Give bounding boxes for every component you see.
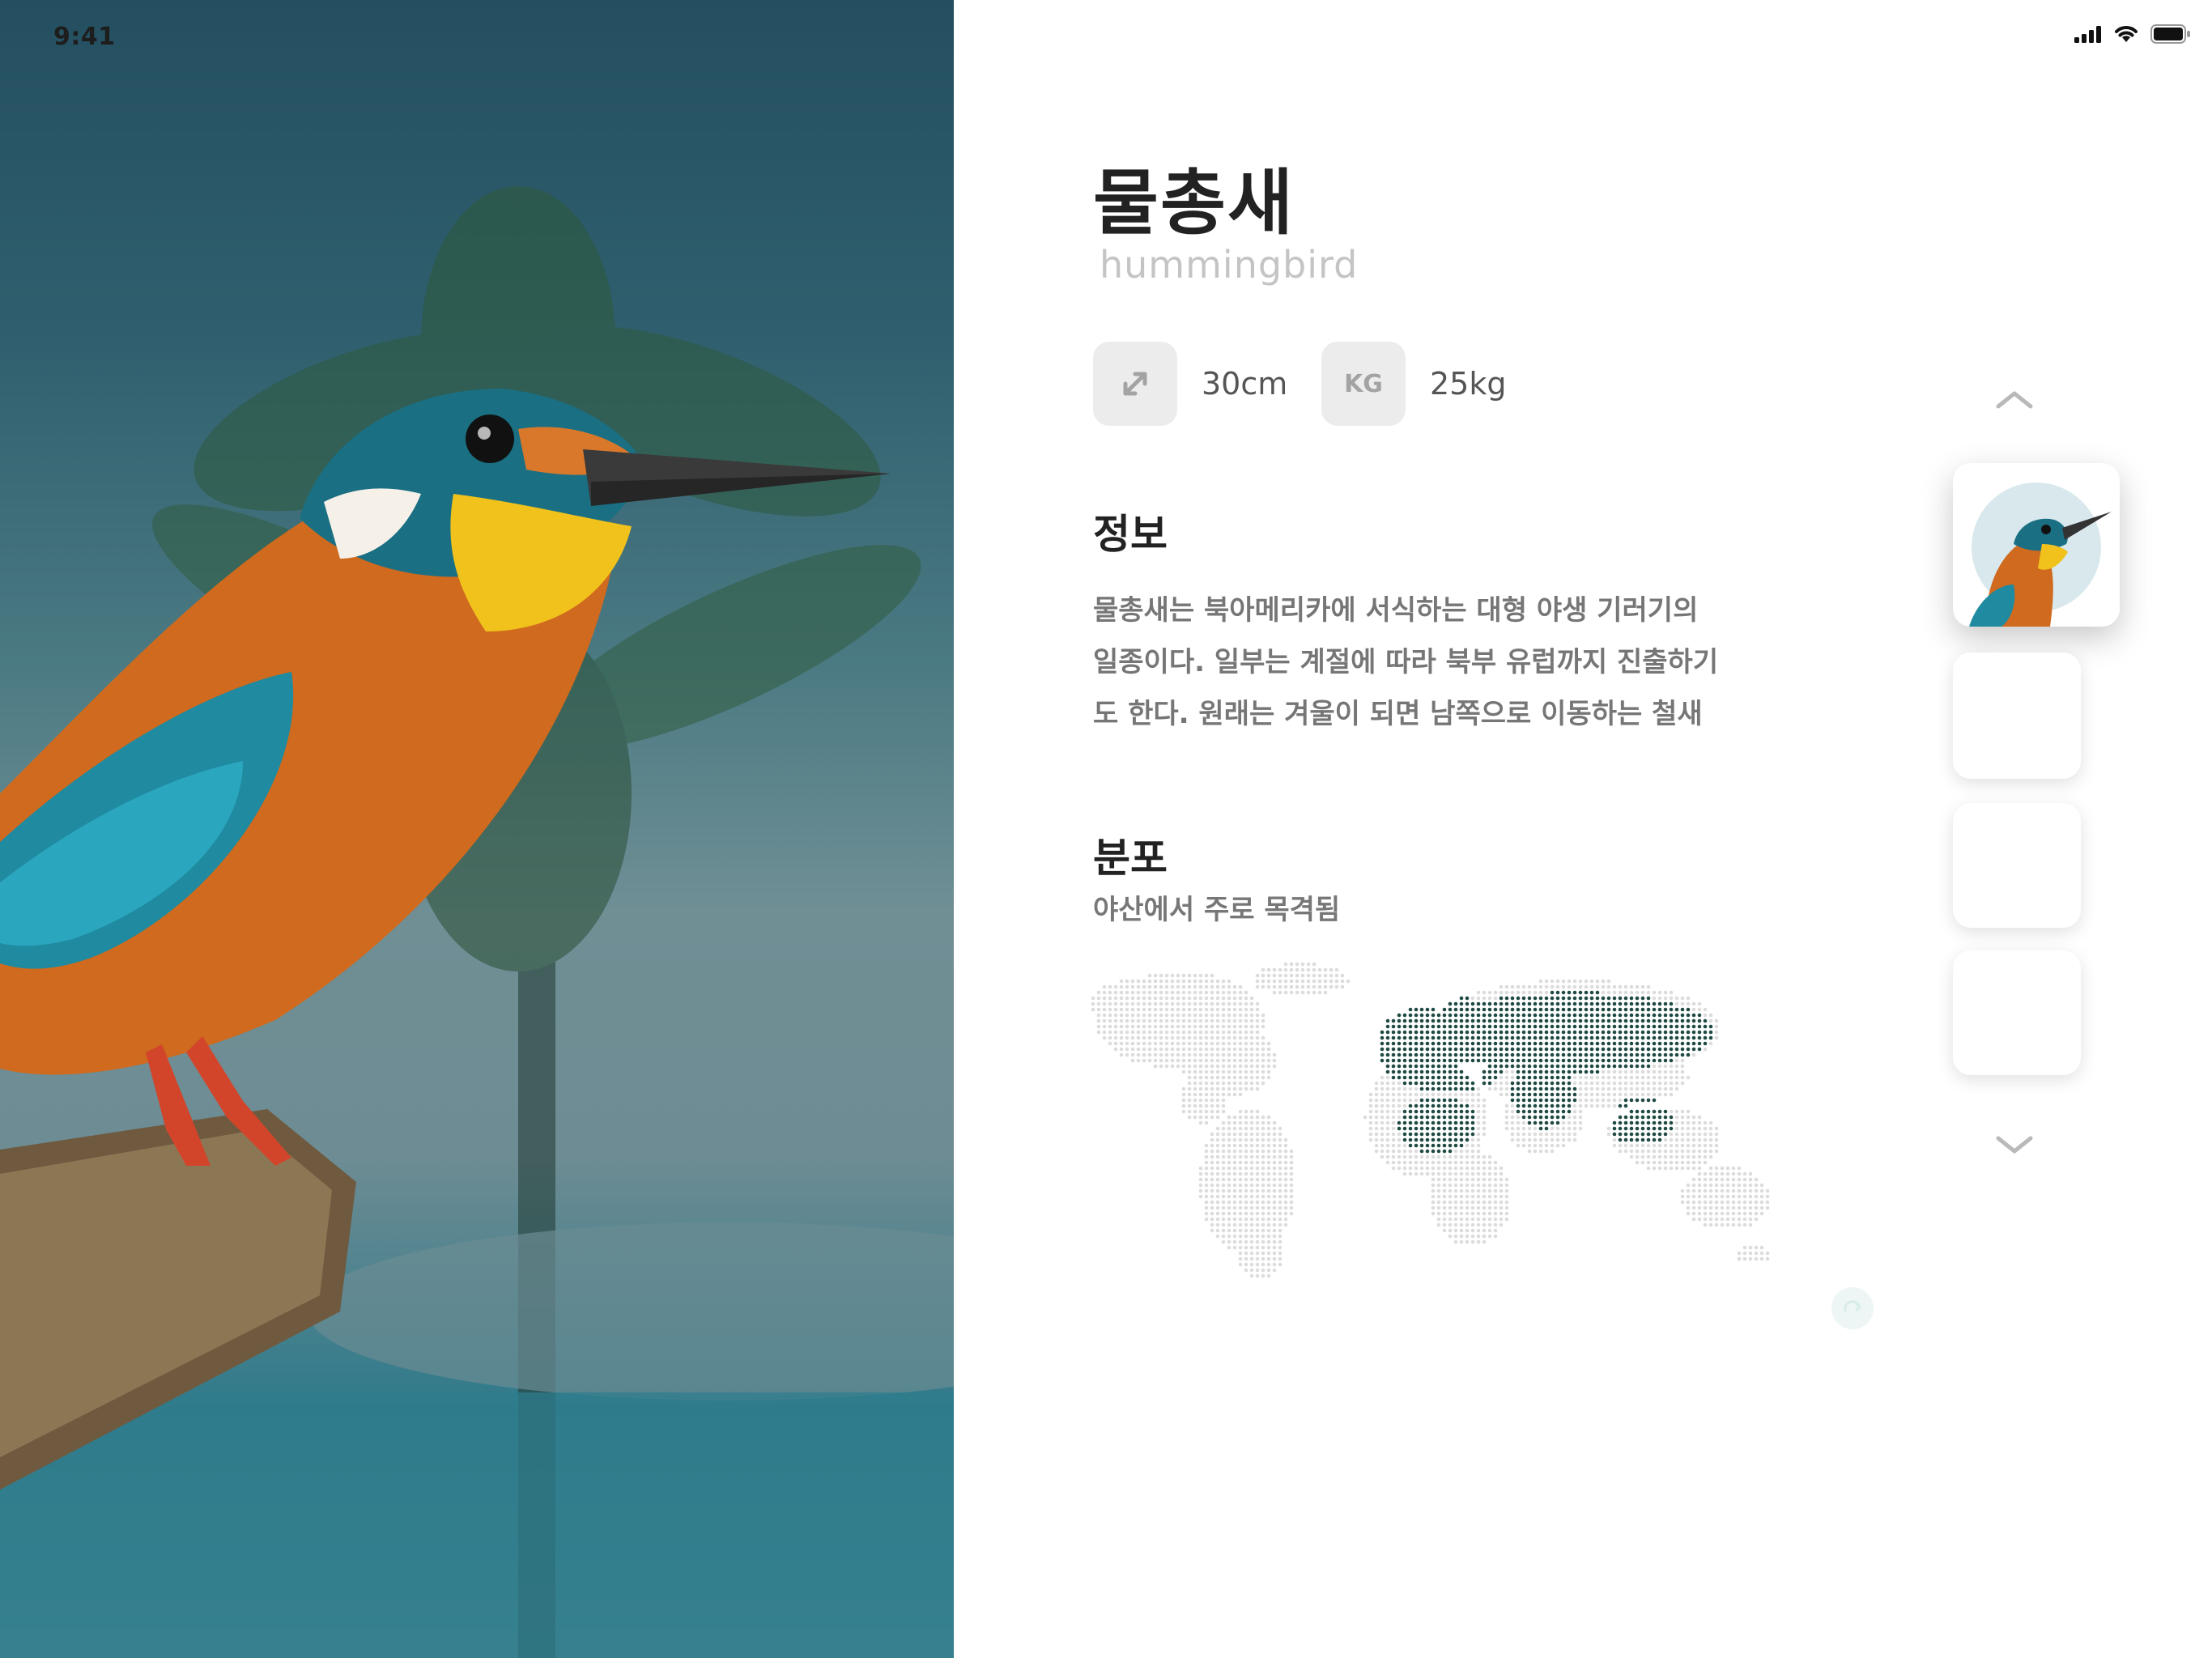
distribution-heading: 분포 xyxy=(1093,835,1168,882)
thumbnail-kingfisher[interactable] xyxy=(1953,463,2120,627)
info-line: 물총새는 북아메리카에 서식하는 대형 야생 기러기의 xyxy=(1093,594,1699,627)
info-line: 도 한다. 원래는 겨울이 되면 남쪽으로 이동하는 철새 xyxy=(1093,698,1703,730)
distribution-subtitle: 야산에서 주로 목격됨 xyxy=(1093,894,1341,926)
length-stat: 30cm xyxy=(1093,342,1287,426)
status-indicators xyxy=(2074,24,2191,44)
species-name-kr: 물총새 xyxy=(1093,161,1295,244)
weight-value: 25kg xyxy=(1430,366,1507,402)
species-name-en: hummingbird xyxy=(1100,243,1359,287)
length-value: 30cm xyxy=(1202,366,1288,402)
thumbnail-slot[interactable] xyxy=(1953,950,2081,1075)
distribution-world-map xyxy=(1091,962,1770,1278)
chevron-up-icon[interactable] xyxy=(1993,387,2035,411)
refresh-icon[interactable] xyxy=(1831,1287,1874,1329)
thumbnail-slot[interactable] xyxy=(1953,653,2081,779)
battery-icon xyxy=(2150,24,2190,44)
signal-icon xyxy=(2074,26,2101,43)
info-line: 일종이다. 일부는 계절에 따라 북부 유럽까지 진출하기 xyxy=(1093,646,1719,678)
weight-stat: KG 25kg xyxy=(1321,342,1506,426)
kingfisher-thumbnail-image xyxy=(1969,483,2112,627)
bird-photo-panel: 9:41 xyxy=(0,0,954,1658)
info-description: 물총새는 북아메리카에 서식하는 대형 야생 기러기의 일종이다. 일부는 계절… xyxy=(1093,585,1741,740)
kingfisher-photo xyxy=(0,186,954,1658)
status-time: 9:41 xyxy=(53,23,116,51)
info-heading: 정보 xyxy=(1093,511,1168,558)
weight-kg-icon: KG xyxy=(1321,342,1406,426)
resize-diagonal-icon xyxy=(1093,342,1177,426)
chevron-down-icon[interactable] xyxy=(1993,1132,2035,1156)
wifi-icon xyxy=(2115,26,2138,42)
thumbnail-slot[interactable] xyxy=(1953,803,2081,928)
